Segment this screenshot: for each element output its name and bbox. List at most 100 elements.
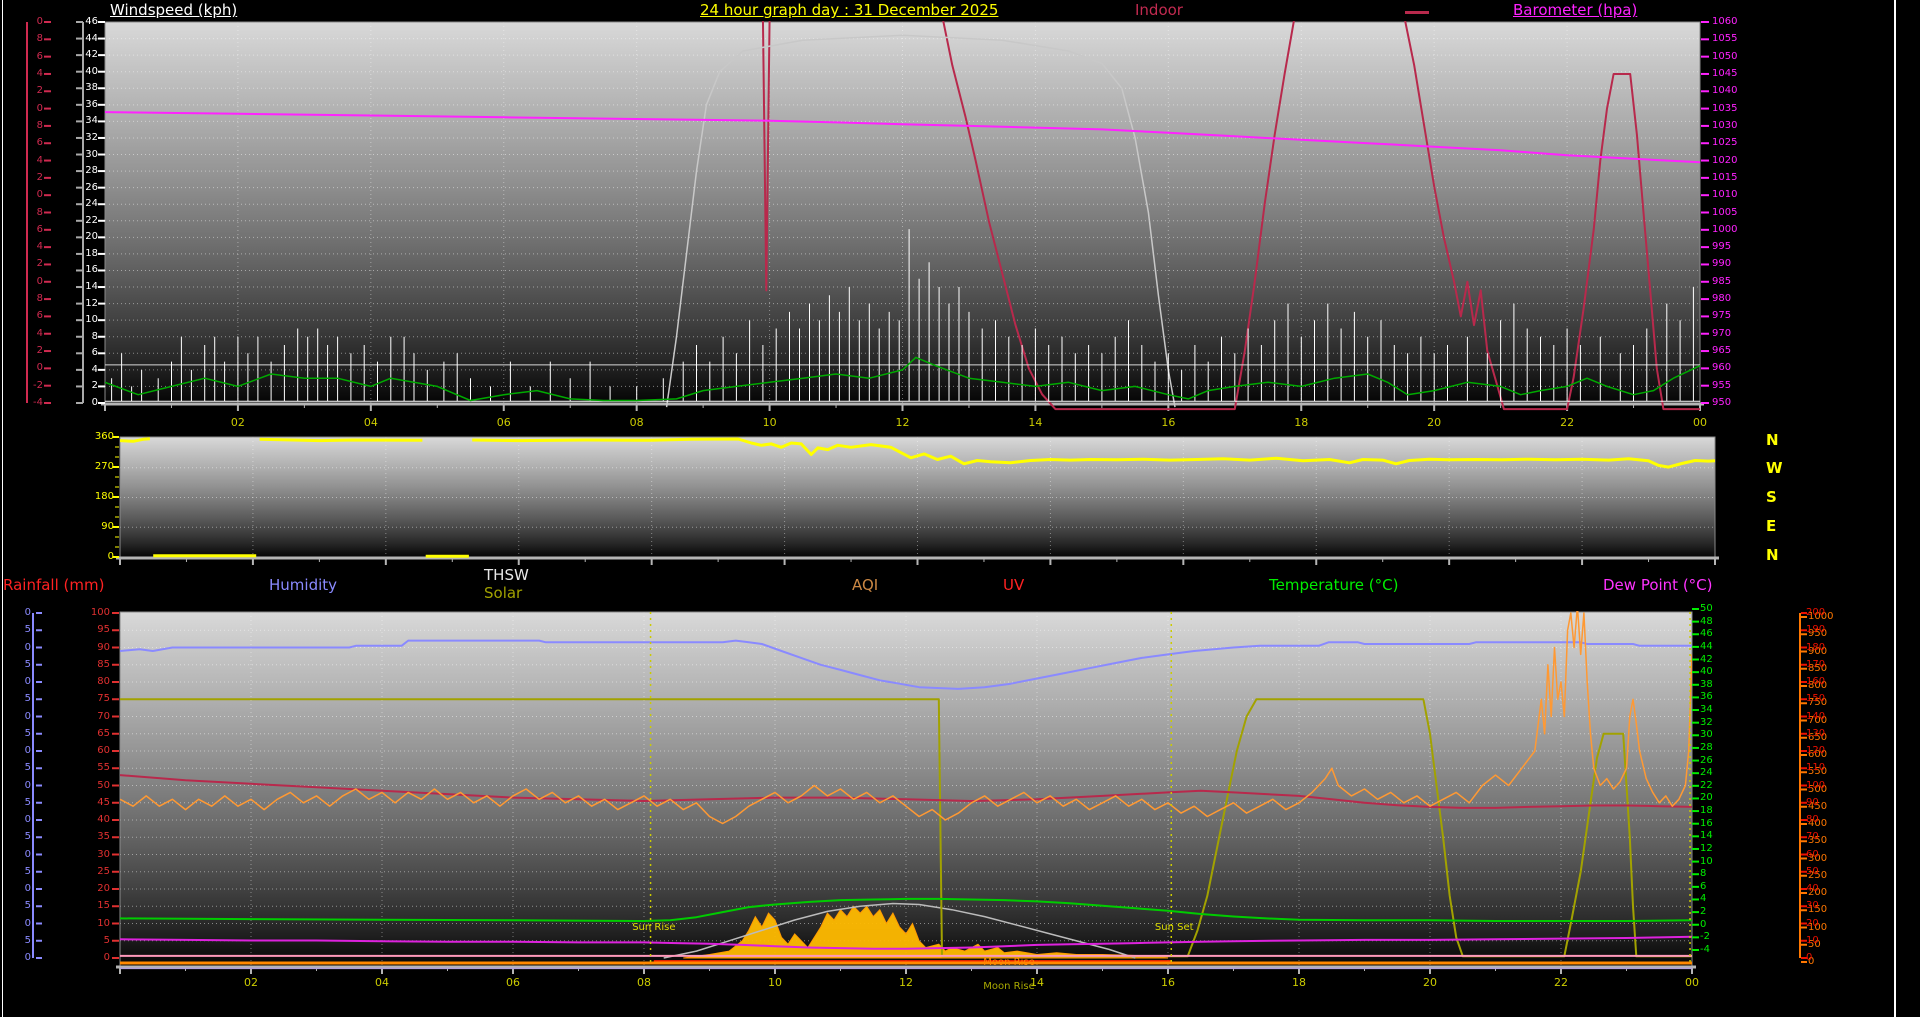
rain-blue-axis-tick-label: 5	[17, 763, 31, 773]
indoor-axis-tick-label: 4	[30, 69, 43, 79]
uv-red-axis-tick-label: 110	[1806, 763, 1844, 773]
weather-24h-graph-screen: Windspeed (kph) 24 hour graph day : 31 D…	[0, 0, 1920, 1017]
humidity-red-axis-tick-label: 50	[80, 781, 110, 791]
multi-sensor-xtick-label: 14	[1030, 977, 1044, 989]
baro-axis-tick-label: 1035	[1712, 104, 1748, 114]
uv-red-axis-tick-label: 30	[1806, 901, 1844, 911]
indoor-axis-tick-label: 0	[30, 277, 43, 287]
wind-axis-tick-label: 28	[60, 166, 98, 176]
indoor-axis-tick-label: 0	[30, 363, 43, 373]
baro-axis-tick-label: 990	[1712, 259, 1748, 269]
uv-red-axis-tick-label: 90	[1806, 798, 1844, 808]
humidity-red-axis-tick-label: 25	[80, 867, 110, 877]
rain-blue-axis-tick-label: 0	[17, 677, 31, 687]
wind-axis-tick-label: 4	[60, 365, 98, 375]
baro-axis-tick-label: 995	[1712, 242, 1748, 252]
uv-red-axis-tick-label: 0	[1806, 953, 1844, 963]
wind-axis-tick-label: 32	[60, 133, 98, 143]
uv-red-axis-tick-label: 60	[1806, 850, 1844, 860]
windspeed-xtick-label: 00	[1693, 417, 1707, 429]
temperature-axis-tick-label: 26	[1700, 756, 1730, 766]
windspeed-gridlines	[105, 22, 1700, 403]
rain-blue-axis-tick-label: 0	[17, 608, 31, 618]
baro-axis-tick-label: 1020	[1712, 156, 1748, 166]
indoor-axis-tick-label: 6	[30, 311, 43, 321]
humidity-red-axis-tick-label: 0	[80, 953, 110, 963]
indoor-axis-tick-label: 6	[30, 225, 43, 235]
charts-canvas	[0, 0, 1920, 1017]
multi-sensor-xtick-label: 20	[1423, 977, 1437, 989]
humidity-red-axis-tick-label: 35	[80, 832, 110, 842]
temperature-axis-tick-label: 24	[1700, 768, 1730, 778]
uv-red-axis-tick-label: 150	[1806, 694, 1844, 704]
wind-axis-tick-label: 0	[60, 398, 98, 408]
humidity-red-axis-tick-label: 30	[80, 850, 110, 860]
windspeed-xtick-label: 14	[1028, 417, 1042, 429]
temperature-axis-tick-label: 40	[1700, 667, 1730, 677]
temperature-axis-tick-label: 16	[1700, 819, 1730, 829]
multi-sensor-xtick-label: 06	[506, 977, 520, 989]
uv-red-axis-tick-label: 200	[1806, 608, 1844, 618]
rain-blue-axis-tick-label: 5	[17, 867, 31, 877]
temperature-axis-tick-label: 36	[1700, 692, 1730, 702]
uv-red-axis-tick-label: 10	[1806, 936, 1844, 946]
baro-axis-tick-label: 1040	[1712, 86, 1748, 96]
series-solar-percent	[120, 699, 1692, 956]
multi-sensor-xtick-label: 04	[375, 977, 389, 989]
rain-blue-axis-tick-label: 0	[17, 746, 31, 756]
multi-sensor-xtick-label: 16	[1161, 977, 1175, 989]
temperature-axis-tick-label: 44	[1700, 642, 1730, 652]
series-aqi	[120, 606, 1692, 823]
rain-blue-axis-tick-label: 0	[17, 953, 31, 963]
series-wind-direction-line	[120, 439, 150, 442]
uv-red-axis-tick-label: 100	[1806, 781, 1844, 791]
temperature-axis-tick-label: 48	[1700, 617, 1730, 627]
temperature-axis-tick-label: 42	[1700, 655, 1730, 665]
wind-axis-tick-label: 36	[60, 100, 98, 110]
baro-axis-tick-label: 985	[1712, 277, 1748, 287]
temperature-axis-tick-label: -4	[1700, 945, 1730, 955]
temperature-axis-tick-label: 10	[1700, 857, 1730, 867]
rain-blue-axis-tick-label: 0	[17, 643, 31, 653]
uv-red-axis-tick-label: 40	[1806, 884, 1844, 894]
indoor-axis-tick-label: 2	[30, 86, 43, 96]
indoor-axis-tick-label: -4	[30, 398, 43, 408]
humidity-red-axis-tick-label: 100	[80, 608, 110, 618]
baro-axis-tick-label: 965	[1712, 346, 1748, 356]
humidity-red-axis-tick-label: 85	[80, 660, 110, 670]
humidity-red-axis-tick-label: 90	[80, 643, 110, 653]
baro-axis-tick-label: 1005	[1712, 208, 1748, 218]
series-daylight	[667, 35, 1175, 407]
uv-red-axis-tick-label: 50	[1806, 867, 1844, 877]
rain-blue-axis-tick-label: 5	[17, 901, 31, 911]
rain-blue-axis-tick-label: 5	[17, 625, 31, 635]
dir-axis-tick-label: 270	[86, 462, 114, 472]
humidity-red-axis-tick-label: 15	[80, 901, 110, 911]
series-temperature	[120, 899, 1692, 921]
windspeed-xtick-label: 04	[364, 417, 378, 429]
indoor-axis-tick-label: 8	[30, 208, 43, 218]
temperature-axis-tick-label: 14	[1700, 831, 1730, 841]
temperature-axis-tick-label: -2	[1700, 932, 1730, 942]
uv-red-axis-tick-label: 80	[1806, 815, 1844, 825]
temperature-axis-tick-label: 34	[1700, 705, 1730, 715]
temperature-axis-tick-label: 8	[1700, 869, 1730, 879]
rain-blue-axis-tick-label: 0	[17, 712, 31, 722]
indoor-axis-tick-label: 4	[30, 329, 43, 339]
baro-axis-tick-label: 955	[1712, 381, 1748, 391]
wind-axis-tick-label: 40	[60, 67, 98, 77]
multi-sensor-xtick-label: 18	[1292, 977, 1306, 989]
humidity-red-axis-tick-label: 65	[80, 729, 110, 739]
windspeed-xtick-label: 06	[497, 417, 511, 429]
temperature-axis-tick-label: 2	[1700, 907, 1730, 917]
multi-sensor-xtick-label: 12	[899, 977, 913, 989]
wind-axis-tick-label: 38	[60, 83, 98, 93]
windspeed-xtick-label: 16	[1161, 417, 1175, 429]
wind-axis-tick-label: 8	[60, 332, 98, 342]
indoor-axis-tick-label: 2	[30, 173, 43, 183]
wind-axis-tick-label: 24	[60, 199, 98, 209]
dir-axis-tick-label: 360	[86, 432, 114, 442]
windspeed-xtick-label: 10	[763, 417, 777, 429]
baro-axis-tick-label: 1045	[1712, 69, 1748, 79]
uv-red-axis-tick-label: 160	[1806, 677, 1844, 687]
